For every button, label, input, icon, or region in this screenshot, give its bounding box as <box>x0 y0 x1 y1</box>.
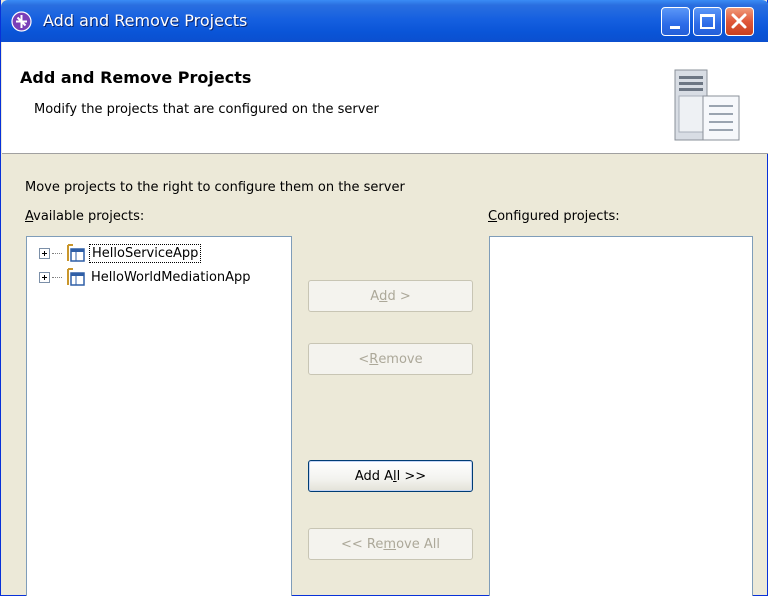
add-button[interactable]: Add > <box>308 280 473 312</box>
enterprise-application-icon <box>67 244 85 262</box>
add-all-button[interactable]: Add All >> <box>308 460 473 492</box>
tree-item-label: HelloServiceApp <box>89 243 202 263</box>
plus-box-icon[interactable] <box>39 247 50 259</box>
minimize-icon <box>670 26 680 29</box>
tree-item[interactable]: HelloServiceApp <box>39 243 202 263</box>
dialog-window: Add and Remove Projects Add and Remove P… <box>0 0 768 596</box>
tree-item-label: HelloWorldMediationApp <box>91 269 251 285</box>
tree-item[interactable]: HelloWorldMediationApp <box>39 267 253 287</box>
remove-all-button[interactable]: << Re m ove All <box>308 528 473 560</box>
page-title: Add and Remove Projects <box>20 68 252 87</box>
close-icon <box>731 13 747 29</box>
available-projects-label: Available projects: <box>25 209 145 224</box>
plus-box-icon[interactable] <box>39 271 50 283</box>
window-title: Add and Remove Projects <box>43 11 248 30</box>
configured-projects-list[interactable] <box>489 236 753 596</box>
maximize-icon <box>700 14 715 29</box>
configured-projects-label: Configured projects: <box>488 209 620 224</box>
title-bar[interactable]: Add and Remove Projects <box>1 0 768 42</box>
instruction-text: Move projects to the right to configure … <box>25 180 405 195</box>
remove-button[interactable]: < Remove <box>308 343 473 375</box>
wizard-header: Add and Remove Projects Modify the proje… <box>2 42 768 154</box>
minimize-button[interactable] <box>661 7 690 36</box>
server-icon <box>667 66 747 144</box>
close-button[interactable] <box>725 7 754 36</box>
maximize-button[interactable] <box>693 7 722 36</box>
enterprise-application-icon <box>67 268 85 286</box>
available-projects-tree[interactable]: HelloServiceApp HelloWorldMediationApp <box>26 236 292 596</box>
page-description: Modify the projects that are configured … <box>34 102 379 117</box>
wizard-app-icon <box>11 11 32 32</box>
